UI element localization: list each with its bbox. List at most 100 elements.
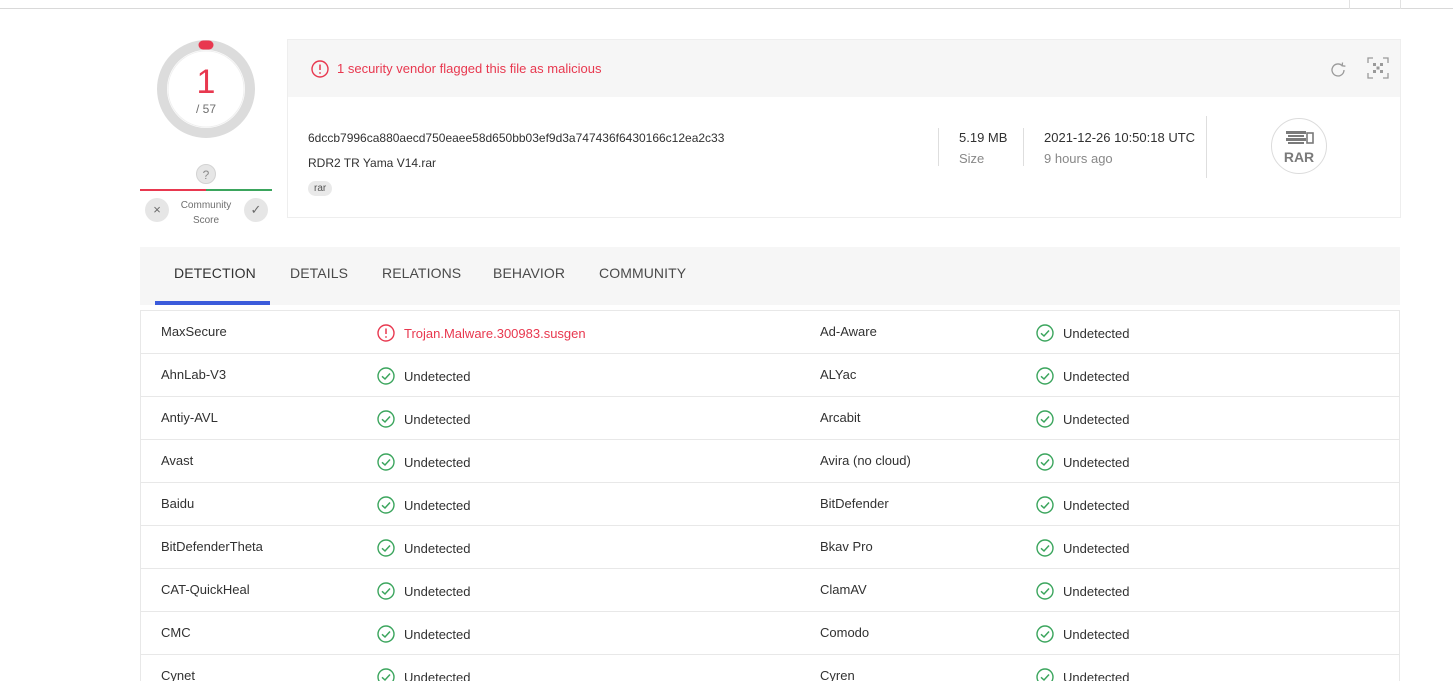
result-label: Undetected <box>404 411 471 427</box>
result-label: Undetected <box>404 540 471 556</box>
result-undetected: Undetected <box>377 453 471 471</box>
result-undetected: Undetected <box>1036 582 1130 600</box>
vendor-name: AhnLab-V3 <box>161 367 226 382</box>
check-circle-icon <box>1036 410 1063 428</box>
divider <box>938 128 939 166</box>
alert-circle-icon <box>311 60 329 78</box>
result-malicious: Trojan.Malware.300983.susgen <box>377 324 586 342</box>
result-undetected: Undetected <box>1036 668 1130 681</box>
report-tabs: DETECTION DETAILS RELATIONS BEHAVIOR COM… <box>140 247 1400 305</box>
detection-gauge: 1 / 57 <box>155 38 257 140</box>
reload-icon[interactable] <box>1328 60 1348 80</box>
detection-count: 1 <box>196 63 216 101</box>
analysis-date: 2021-12-26 10:50:18 UTC <box>1044 130 1196 145</box>
alert-banner: 1 security vendor flagged this file as m… <box>288 40 1400 97</box>
divider <box>1023 128 1024 166</box>
alert-circle-icon <box>377 324 404 342</box>
qr-scan-icon[interactable] <box>1367 57 1389 79</box>
file-type-label: RAR <box>1283 149 1315 165</box>
vendor-name-text: Ad-Aware <box>820 324 877 339</box>
tab-detection[interactable]: DETECTION <box>174 265 256 281</box>
alert-message: 1 security vendor flagged this file as m… <box>337 61 602 76</box>
detections-table: MaxSecure Trojan.Malware.300983.susgen Ad-… <box>140 310 1400 681</box>
result-undetected: Undetected <box>377 668 471 681</box>
check-circle-icon <box>377 539 404 557</box>
vendor-name-text: Antiy-AVL <box>161 410 218 425</box>
check-circle-icon <box>377 625 404 643</box>
vendor-name: Arcabit <box>820 410 860 425</box>
tab-behavior[interactable]: BEHAVIOR <box>493 265 565 281</box>
vendor-name: BitDefenderTheta <box>161 539 263 554</box>
vendor-name: Ad-Aware <box>820 324 877 339</box>
vendor-name-text: BitDefenderTheta <box>161 539 263 554</box>
tab-details[interactable]: DETAILS <box>290 265 348 281</box>
vendor-name-text: CAT-QuickHeal <box>161 582 250 597</box>
table-row: BitDefenderTheta Undetected Bkav Pro Undete… <box>141 526 1399 569</box>
result-label: Undetected <box>1063 540 1130 556</box>
vendor-name-text: Cynet <box>161 668 195 681</box>
vendor-name-text: Avast <box>161 453 194 468</box>
community-score-label: Community Score <box>180 200 232 226</box>
result-label: Undetected <box>404 583 471 599</box>
result-label: Undetected <box>404 368 471 384</box>
community-help-icon[interactable]: ? <box>196 164 216 184</box>
result-undetected: Undetected <box>1036 324 1130 342</box>
score-widget: 1 / 57 ? × Community Score ✓ <box>140 36 272 228</box>
result-label: Undetected <box>1063 325 1130 341</box>
divider <box>1206 116 1207 178</box>
vendor-name: CAT-QuickHeal <box>161 582 250 597</box>
result-label: Undetected <box>404 497 471 513</box>
community-score-bar-positive <box>206 189 272 191</box>
vendor-name-text: ALYac <box>820 367 857 382</box>
vendor-name-text: MaxSecure <box>161 324 227 339</box>
check-circle-icon <box>1036 668 1063 681</box>
check-circle-icon <box>377 453 404 471</box>
downvote-button[interactable]: × <box>145 198 169 222</box>
result-label: Undetected <box>1063 626 1130 642</box>
result-undetected: Undetected <box>377 625 471 643</box>
upvote-button[interactable]: ✓ <box>244 198 268 222</box>
vendor-name: ClamAV <box>820 582 867 597</box>
result-label: Trojan.Malware.300983.susgen <box>404 325 586 341</box>
file-tag[interactable]: rar <box>308 181 333 196</box>
vendor-name: Baidu <box>161 496 194 511</box>
result-label: Undetected <box>1063 497 1130 513</box>
check-circle-icon <box>377 668 404 681</box>
check-circle-icon <box>1036 625 1063 643</box>
check-circle-icon <box>1036 496 1063 514</box>
result-undetected: Undetected <box>1036 410 1130 428</box>
vendor-name-text: ClamAV <box>820 582 867 597</box>
check-circle-icon <box>377 582 404 600</box>
vendor-name: Comodo <box>820 625 869 640</box>
file-summary-card: 1 security vendor flagged this file as m… <box>287 39 1401 218</box>
vendor-name-text: Cyren <box>820 668 855 681</box>
result-label: Undetected <box>1063 669 1130 681</box>
tab-relations[interactable]: RELATIONS <box>382 265 461 281</box>
file-hash[interactable]: 6dccb7996ca880aecd750eaee58d650bb03ef9d3… <box>308 131 724 145</box>
table-row: Cynet Undetected Cyren Undetected <box>141 655 1399 681</box>
vendor-name: Cynet <box>161 668 195 681</box>
vendor-name: ALYac <box>820 367 856 382</box>
table-row: MaxSecure Trojan.Malware.300983.susgen Ad-… <box>141 311 1399 354</box>
vendor-name: Bkav Pro <box>820 539 873 554</box>
result-undetected: Undetected <box>377 410 471 428</box>
check-circle-icon <box>1036 539 1063 557</box>
result-undetected: Undetected <box>377 582 471 600</box>
result-label: Undetected <box>404 454 471 470</box>
file-size-value: 5.19 MB <box>959 130 1008 145</box>
tab-community[interactable]: COMMUNITY <box>599 265 686 281</box>
vendor-name-text: Comodo <box>820 625 870 640</box>
vendor-name-text: AhnLab-V3 <box>161 367 227 382</box>
table-row: AhnLab-V3 Undetected ALYac Undetected <box>141 354 1399 397</box>
vendor-name: Avast <box>161 453 193 468</box>
result-label: Undetected <box>1063 411 1130 427</box>
file-name: RDR2 TR Yama V14.rar <box>308 156 437 170</box>
analysis-relative-time: 9 hours ago <box>1044 151 1113 166</box>
community-score-bar-negative <box>140 189 206 191</box>
result-label: Undetected <box>1063 583 1130 599</box>
result-undetected: Undetected <box>1036 453 1130 471</box>
table-row: Antiy-AVL Undetected Arcabit Undetected <box>141 397 1399 440</box>
check-circle-icon <box>1036 367 1063 385</box>
table-row: CAT-QuickHeal Undetected ClamAV Undetected <box>141 569 1399 612</box>
check-circle-icon <box>1036 324 1063 342</box>
